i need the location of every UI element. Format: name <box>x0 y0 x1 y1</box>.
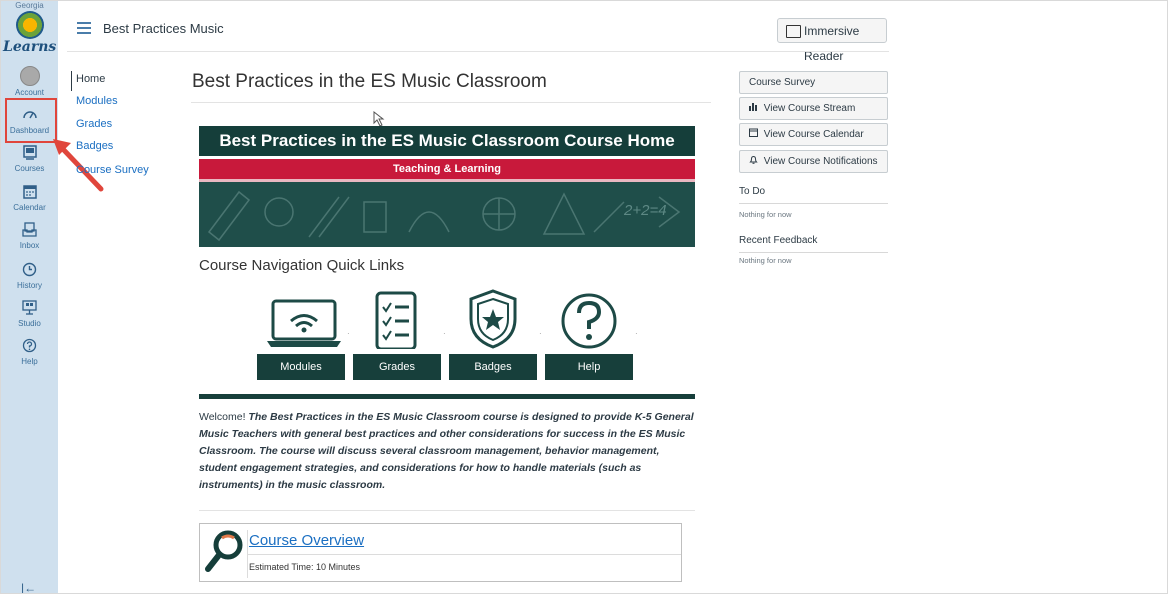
dot-separator: · <box>635 329 638 338</box>
feedback-empty-text: Nothing for now <box>739 256 792 265</box>
view-course-calendar-label: View Course Calendar <box>763 129 864 140</box>
help-icon <box>21 338 39 356</box>
collapse-nav-icon[interactable]: |← <box>21 581 36 593</box>
nav-account-label: Account <box>15 88 44 97</box>
nav-inbox[interactable]: Inbox <box>1 222 58 250</box>
header-divider <box>67 51 889 52</box>
immersive-reader-icon <box>786 25 801 38</box>
view-course-notifications-label: View Course Notifications <box>763 156 878 167</box>
nav-account[interactable]: Account <box>1 66 58 97</box>
browser-frame: Georgia Learns Account Dashboard Courses… <box>0 0 1168 594</box>
immersive-reader-button[interactable]: Immersive Reader <box>777 18 887 63</box>
bar-chart-icon <box>749 98 761 120</box>
feedback-divider <box>739 252 888 253</box>
grades-button[interactable]: Grades <box>353 354 441 380</box>
course-nav-grades[interactable]: Grades <box>76 118 112 130</box>
course-nav-course-survey[interactable]: Course Survey <box>76 164 149 176</box>
breadcrumb[interactable]: Best Practices Music <box>103 21 224 36</box>
quick-links: Modules Grades Badges Help · · · · <box>199 289 695 389</box>
todo-divider <box>739 203 888 204</box>
magnifier-icon <box>205 530 243 572</box>
nav-studio-label: Studio <box>18 319 41 328</box>
quick-link-modules[interactable]: Modules <box>249 289 345 389</box>
dot-separator: · <box>443 329 446 338</box>
course-survey-label: Course Survey <box>749 77 816 88</box>
view-course-calendar-button[interactable]: View Course Calendar <box>739 123 888 146</box>
laptop-wifi-icon <box>267 299 341 347</box>
help-button[interactable]: Help <box>545 354 633 380</box>
chalk-math-text: 2+2=4 <box>624 202 667 219</box>
mouse-cursor-icon <box>373 111 385 127</box>
question-icon <box>561 293 617 349</box>
quick-links-title: Course Navigation Quick Links <box>199 257 405 274</box>
course-nav-modules[interactable]: Modules <box>76 95 118 107</box>
dot-separator: · <box>539 329 542 338</box>
course-overview-card[interactable]: Course Overview Estimated Time: 10 Minut… <box>199 523 682 582</box>
studio-icon <box>21 300 39 318</box>
avatar <box>19 66 40 86</box>
view-course-stream-label: View Course Stream <box>763 103 856 114</box>
welcome-divider <box>199 510 695 511</box>
todo-heading: To Do <box>739 186 766 197</box>
course-nav-badges[interactable]: Badges <box>76 140 113 152</box>
courses-icon <box>21 145 39 163</box>
nav-help[interactable]: Help <box>1 338 58 366</box>
logo-word: Learns <box>3 39 57 55</box>
checklist-icon <box>375 291 417 349</box>
quick-link-help[interactable]: Help <box>537 289 633 389</box>
recent-feedback-heading: Recent Feedback <box>739 235 818 246</box>
calendar-icon <box>21 184 39 202</box>
inbox-icon <box>21 222 39 240</box>
welcome-text: Welcome! The Best Practices in the ES Mu… <box>199 409 699 494</box>
active-indicator <box>71 71 72 91</box>
immersive-reader-label: Immersive Reader <box>804 24 860 63</box>
nav-calendar-label: Calendar <box>13 203 46 212</box>
todo-empty-text: Nothing for now <box>739 210 792 219</box>
logo-sun-icon <box>16 11 44 39</box>
nav-help-label: Help <box>21 357 38 366</box>
view-course-stream-button[interactable]: View Course Stream <box>739 97 888 120</box>
estimated-time: Estimated Time: 10 Minutes <box>249 562 361 572</box>
hamburger-menu-icon[interactable] <box>77 22 91 37</box>
nav-courses-label: Courses <box>14 164 45 173</box>
clock-icon <box>21 262 39 280</box>
banner-title: Best Practices in the ES Music Classroom… <box>199 126 695 156</box>
welcome-lead: Welcome! <box>199 411 246 423</box>
view-course-notifications-button[interactable]: View Course Notifications <box>739 150 888 173</box>
course-survey-button[interactable]: Course Survey <box>739 71 888 94</box>
nav-history-label: History <box>17 281 42 290</box>
calendar-icon <box>749 124 761 146</box>
chalkboard-doodles: 2+2=4 <box>199 182 695 247</box>
dot-separator: · <box>347 329 350 338</box>
nav-inbox-label: Inbox <box>19 241 40 250</box>
nav-studio[interactable]: Studio <box>1 300 58 328</box>
badges-button[interactable]: Badges <box>449 354 537 380</box>
welcome-body: The Best Practices in the ES Music Class… <box>199 411 694 491</box>
title-divider <box>191 102 711 103</box>
global-nav: Georgia Learns Account Dashboard Courses… <box>1 1 58 593</box>
nav-history[interactable]: History <box>1 262 58 290</box>
section-divider <box>199 394 695 399</box>
course-nav-home[interactable]: Home <box>76 73 105 85</box>
course-home-banner: Best Practices in the ES Music Classroom… <box>199 126 695 247</box>
banner-subtitle: Teaching & Learning <box>199 159 695 179</box>
modules-button[interactable]: Modules <box>257 354 345 380</box>
georgia-learns-logo[interactable]: Georgia Learns <box>3 1 56 59</box>
card-divider-horizontal <box>248 554 681 555</box>
quick-link-badges[interactable]: Badges <box>441 289 537 389</box>
shield-star-icon <box>469 289 517 349</box>
page-title: Best Practices in the ES Music Classroom <box>192 71 547 92</box>
course-overview-link[interactable]: Course Overview <box>249 532 364 549</box>
bell-icon <box>749 151 761 173</box>
quick-link-grades[interactable]: Grades <box>345 289 441 389</box>
logo-state-text: Georgia <box>15 1 44 10</box>
